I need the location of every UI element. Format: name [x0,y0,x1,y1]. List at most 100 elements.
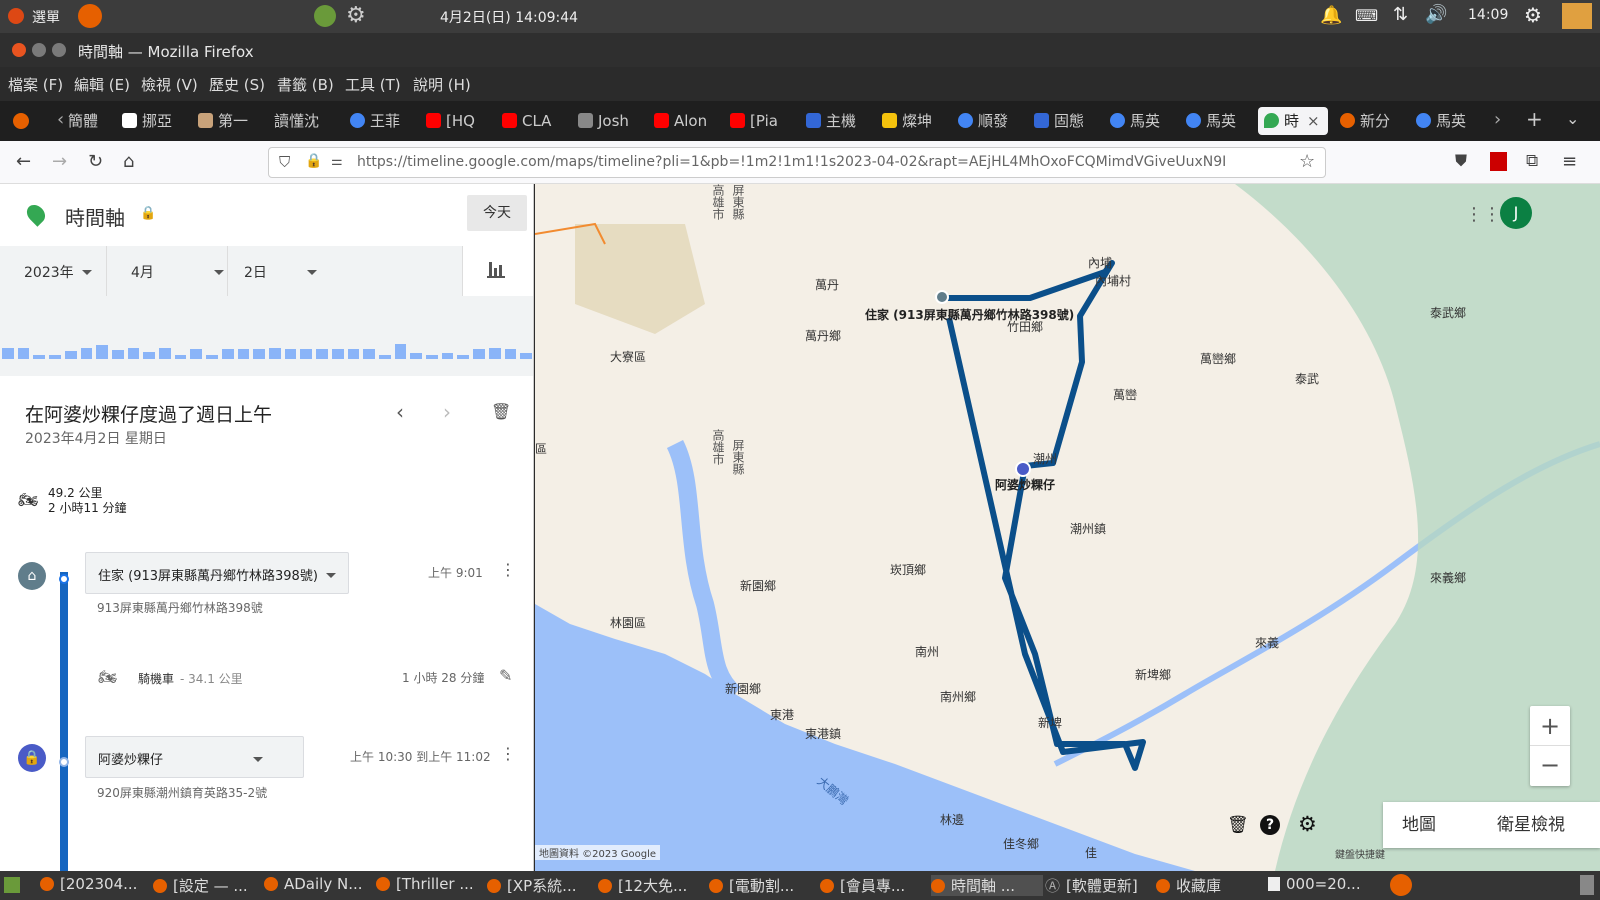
tab-item[interactable]: 馬英 [1416,107,1478,135]
permissions-icon[interactable]: ⚌ [331,154,343,169]
taskbar-item[interactable]: [XP系統... [487,875,597,896]
month-select[interactable]: 4月 [107,246,228,296]
apps-grid-icon[interactable]: ⋮⋮ [1465,204,1501,225]
menu-history[interactable]: 歷史 (S) [209,74,265,95]
trash-icon[interactable] [1580,875,1594,895]
software-icon[interactable] [314,5,336,27]
taskbar-item[interactable]: [Thriller ... [376,875,486,893]
tab-item[interactable]: [HQ [426,107,488,135]
day-select[interactable]: 2日 [220,246,463,296]
zoom-in-button[interactable]: + [1530,706,1570,746]
firefox-view-icon[interactable] [13,113,29,129]
year-select[interactable]: 2023年 [0,246,107,296]
taskbar-item[interactable]: [電動割... [709,875,819,896]
tab-item[interactable]: 馬英 [1186,107,1248,135]
tab-item[interactable]: 簡體 [68,107,108,135]
more-vert-icon[interactable]: ⋮ [500,744,516,763]
list-tabs-icon[interactable]: ⌄ [1566,109,1579,128]
hamburger-menu-icon[interactable]: ≡ [1562,151,1577,172]
home-marker-icon[interactable] [935,290,949,304]
new-tab-icon[interactable]: + [1526,107,1543,131]
tab-item[interactable]: 王菲 [350,107,412,135]
taskbar-item[interactable]: 000=20... [1268,875,1368,893]
pdf-icon[interactable] [1490,152,1507,171]
menu-help[interactable]: 說明 (H) [413,74,471,95]
place-marker-icon[interactable] [1015,461,1031,477]
tab-item[interactable]: 固態 [1034,107,1096,135]
satellite-view-button[interactable]: 衛星檢視 [1463,802,1599,848]
tab-item[interactable]: 順發 [958,107,1020,135]
tab-item[interactable]: Alon [654,107,716,135]
menu-edit[interactable]: 編輯 (E) [74,74,130,95]
help-icon[interactable]: ? [1260,815,1280,835]
scroll-tabs-right-icon[interactable]: › [1494,109,1501,130]
shield-icon[interactable]: ⛉ [279,153,290,171]
menu-bookmarks[interactable]: 書籤 (B) [277,74,334,95]
taskbar-item-active[interactable]: 時間軸 ... [931,875,1043,896]
firefox-tray-icon[interactable] [1390,874,1412,896]
maximize-window-icon[interactable] [52,43,66,57]
screen-icon[interactable] [1562,3,1592,29]
tab-item[interactable]: 馬英 [1110,107,1172,135]
keyboard-icon[interactable]: ⌨ [1355,6,1378,25]
gears-icon[interactable]: ⚙ [346,3,366,28]
tab-item[interactable]: CLA [502,107,564,135]
delete-trip-icon[interactable]: 🗑 [1227,815,1249,835]
bookmark-star-icon[interactable]: ☆ [1299,151,1315,172]
today-button[interactable]: 今天 [467,195,527,231]
firefox-launcher-icon[interactable] [78,4,102,28]
scroll-tabs-left-icon[interactable]: ‹ [57,109,64,130]
tab-item[interactable]: 燦坤 [882,107,944,135]
taskbar-item[interactable]: [12大免... [598,875,708,896]
reload-icon[interactable]: ↻ [88,151,103,172]
place-button[interactable]: 阿婆炒粿仔 [85,736,304,778]
taskbar-item[interactable]: 收藏庫 [1156,875,1264,896]
menu-file[interactable]: 檔案 (F) [8,74,63,95]
magic-edit-icon[interactable]: ✎ [499,666,512,685]
settings-gear-icon[interactable]: ⚙ [1524,3,1542,27]
tab-item[interactable]: 主機 [806,107,868,135]
taskbar-item[interactable]: ADaily N... [264,875,374,893]
tab-active-timeline[interactable]: 時 × [1258,107,1328,135]
menu-view[interactable]: 檢視 (V) [141,74,198,95]
volume-icon[interactable]: 🔊 [1425,4,1447,25]
menu-label[interactable]: 選單 [32,7,60,27]
minimize-window-icon[interactable] [32,43,46,57]
map-view-button[interactable]: 地圖 [1383,802,1455,848]
network-icon[interactable]: ⇅ [1393,4,1408,25]
zoom-out-button[interactable]: − [1530,746,1570,786]
stats-button[interactable] [463,246,533,296]
show-desktop-icon[interactable] [4,877,20,893]
previous-day-icon[interactable]: ‹ [396,400,404,424]
taskbar-item[interactable]: Ⓐ [軟體更新] [1045,875,1155,896]
close-window-icon[interactable] [12,43,26,57]
tab-item[interactable]: 第一 [198,107,260,135]
lock-icon[interactable]: 🔒 [305,153,322,169]
map-settings-icon[interactable]: ⚙ [1298,812,1317,836]
tab-item[interactable]: 新分 [1340,107,1402,135]
taskbar-item[interactable]: [會員專... [820,875,930,896]
home-place-button[interactable]: 住家 (913屏東縣萬丹鄉竹林路398號) [85,552,349,594]
forward-icon[interactable]: → [52,151,67,172]
delete-day-icon[interactable]: 🗑 [491,402,511,421]
map-canvas[interactable]: 萬丹 萬丹鄉 大寮區 住家 (913屏東縣萬丹鄉竹林路398號) 竹田鄉 內埔 … [535,184,1600,871]
back-icon[interactable]: ← [16,151,31,172]
keyboard-shortcuts-link[interactable]: 鍵盤快捷鍵 [1335,846,1385,861]
next-day-icon[interactable]: › [443,400,451,424]
tab-item[interactable]: 挪亞 [122,107,184,135]
taskbar-item[interactable]: [202304... [40,875,150,893]
close-tab-icon[interactable]: × [1307,112,1320,130]
more-vert-icon[interactable]: ⋮ [500,560,516,579]
home-icon[interactable]: ⌂ [123,151,134,172]
tab-item[interactable]: Josh [578,107,640,135]
ubuntu-icon[interactable] [8,8,24,24]
url-bar[interactable]: ⛉ 🔒 ⚌ https://timeline.google.com/maps/t… [268,147,1326,178]
taskbar-item[interactable]: [設定 — ... [153,875,263,896]
url-text[interactable]: https://timeline.google.com/maps/timelin… [357,154,1287,170]
tab-item[interactable]: [Pia [730,107,792,135]
bell-icon[interactable]: 🔔 [1320,5,1342,26]
day-activity-histogram[interactable] [0,296,533,376]
pocket-icon[interactable]: ⛊ [1455,151,1467,171]
menu-tools[interactable]: 工具 (T) [345,74,401,95]
account-avatar[interactable]: J [1500,197,1532,229]
